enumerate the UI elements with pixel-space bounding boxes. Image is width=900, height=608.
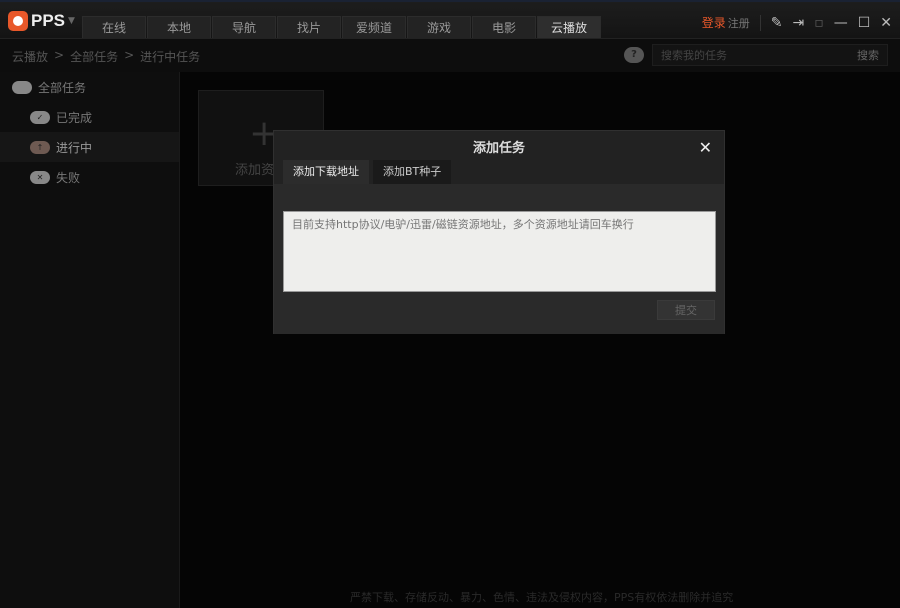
sidebar-item-label: 失败 bbox=[56, 170, 81, 185]
sidebar-item-label: 全部任务 bbox=[38, 80, 87, 95]
title-bar: PPS ▼ 在线 本地 导航 找片 爱频道 游戏 电影 云播放 登录 注册 ✎ … bbox=[0, 0, 900, 40]
cloud-check-icon: ✓ bbox=[30, 110, 50, 124]
sidebar-item-all-tasks[interactable]: 全部任务 bbox=[0, 72, 179, 102]
tab-find[interactable]: 找片 bbox=[277, 16, 341, 40]
cloud-x-icon: ✕ bbox=[30, 170, 50, 184]
cloud-upload-icon: ↑ bbox=[30, 140, 50, 154]
tab-add-url[interactable]: 添加下载地址 bbox=[283, 160, 369, 184]
crumb-all-tasks[interactable]: 全部任务 bbox=[70, 48, 118, 65]
dialog-close-icon[interactable]: ✕ bbox=[699, 138, 712, 157]
search-input[interactable]: 搜索我的任务 bbox=[661, 47, 727, 63]
chevron-down-icon[interactable]: ▼ bbox=[68, 16, 75, 26]
logo-icon bbox=[8, 11, 28, 31]
tab-channel[interactable]: 爱频道 bbox=[342, 16, 406, 40]
pin-icon[interactable]: ⇥ bbox=[792, 15, 804, 31]
login-link[interactable]: 登录 bbox=[702, 14, 726, 31]
sidebar-item-label: 已完成 bbox=[56, 110, 93, 125]
logo-text: PPS bbox=[31, 11, 66, 30]
tab-add-bt[interactable]: 添加BT种子 bbox=[373, 160, 452, 184]
main-tabs: 在线 本地 导航 找片 爱频道 游戏 电影 云播放 bbox=[82, 16, 602, 40]
register-link[interactable]: 注册 bbox=[728, 15, 750, 31]
tab-nav[interactable]: 导航 bbox=[212, 16, 276, 40]
tab-games[interactable]: 游戏 bbox=[407, 16, 471, 40]
pps-logo[interactable]: PPS ▼ bbox=[8, 11, 75, 31]
crumb-separator: > bbox=[124, 48, 135, 62]
dialog-title: 添加任务 bbox=[472, 141, 525, 156]
sidebar-item-in-progress[interactable]: ↑ 进行中 bbox=[0, 132, 179, 162]
divider bbox=[759, 14, 761, 31]
submit-button[interactable]: 提交 bbox=[657, 300, 715, 320]
crumb-cloud-play[interactable]: 云播放 bbox=[12, 48, 48, 65]
cloud-icon bbox=[12, 80, 32, 94]
close-icon[interactable]: ✕ bbox=[880, 15, 892, 31]
tab-online[interactable]: 在线 bbox=[82, 16, 146, 40]
minimize-icon[interactable]: — bbox=[834, 15, 848, 31]
url-textarea[interactable] bbox=[283, 211, 716, 292]
crumb-in-progress: 进行中任务 bbox=[140, 50, 201, 64]
breadcrumb: 云播放 > 全部任务 > 进行中任务 bbox=[12, 48, 200, 65]
sidebar-item-label: 进行中 bbox=[56, 140, 93, 155]
search-box: 搜索我的任务 搜索 bbox=[652, 44, 888, 66]
mini-mode-icon[interactable]: ▫ bbox=[814, 15, 824, 31]
breadcrumb-bar: 云播放 > 全部任务 > 进行中任务 ? 搜索我的任务 搜索 bbox=[0, 38, 900, 72]
tab-movies[interactable]: 电影 bbox=[472, 16, 536, 40]
crumb-separator: > bbox=[54, 48, 65, 62]
help-cloud-icon[interactable]: ? bbox=[624, 47, 644, 63]
tab-cloud-play[interactable]: 云播放 bbox=[537, 16, 601, 40]
sidebar: 全部任务 ✓ 已完成 ↑ 进行中 ✕ 失败 bbox=[0, 72, 180, 608]
sidebar-item-failed[interactable]: ✕ 失败 bbox=[0, 162, 179, 192]
footer-notice: 严禁下载、存储反动、暴力、色情、违法及侵权内容，PPS有权依法删除并追究 bbox=[350, 591, 734, 604]
maximize-icon[interactable]: ☐ bbox=[858, 15, 871, 31]
add-task-dialog: 添加任务 ✕ 添加下载地址 添加BT种子 提交 bbox=[273, 130, 725, 334]
search-button[interactable]: 搜索 bbox=[857, 47, 879, 63]
tab-local[interactable]: 本地 bbox=[147, 16, 211, 40]
edit-icon[interactable]: ✎ bbox=[771, 15, 783, 31]
sidebar-item-completed[interactable]: ✓ 已完成 bbox=[0, 102, 179, 132]
